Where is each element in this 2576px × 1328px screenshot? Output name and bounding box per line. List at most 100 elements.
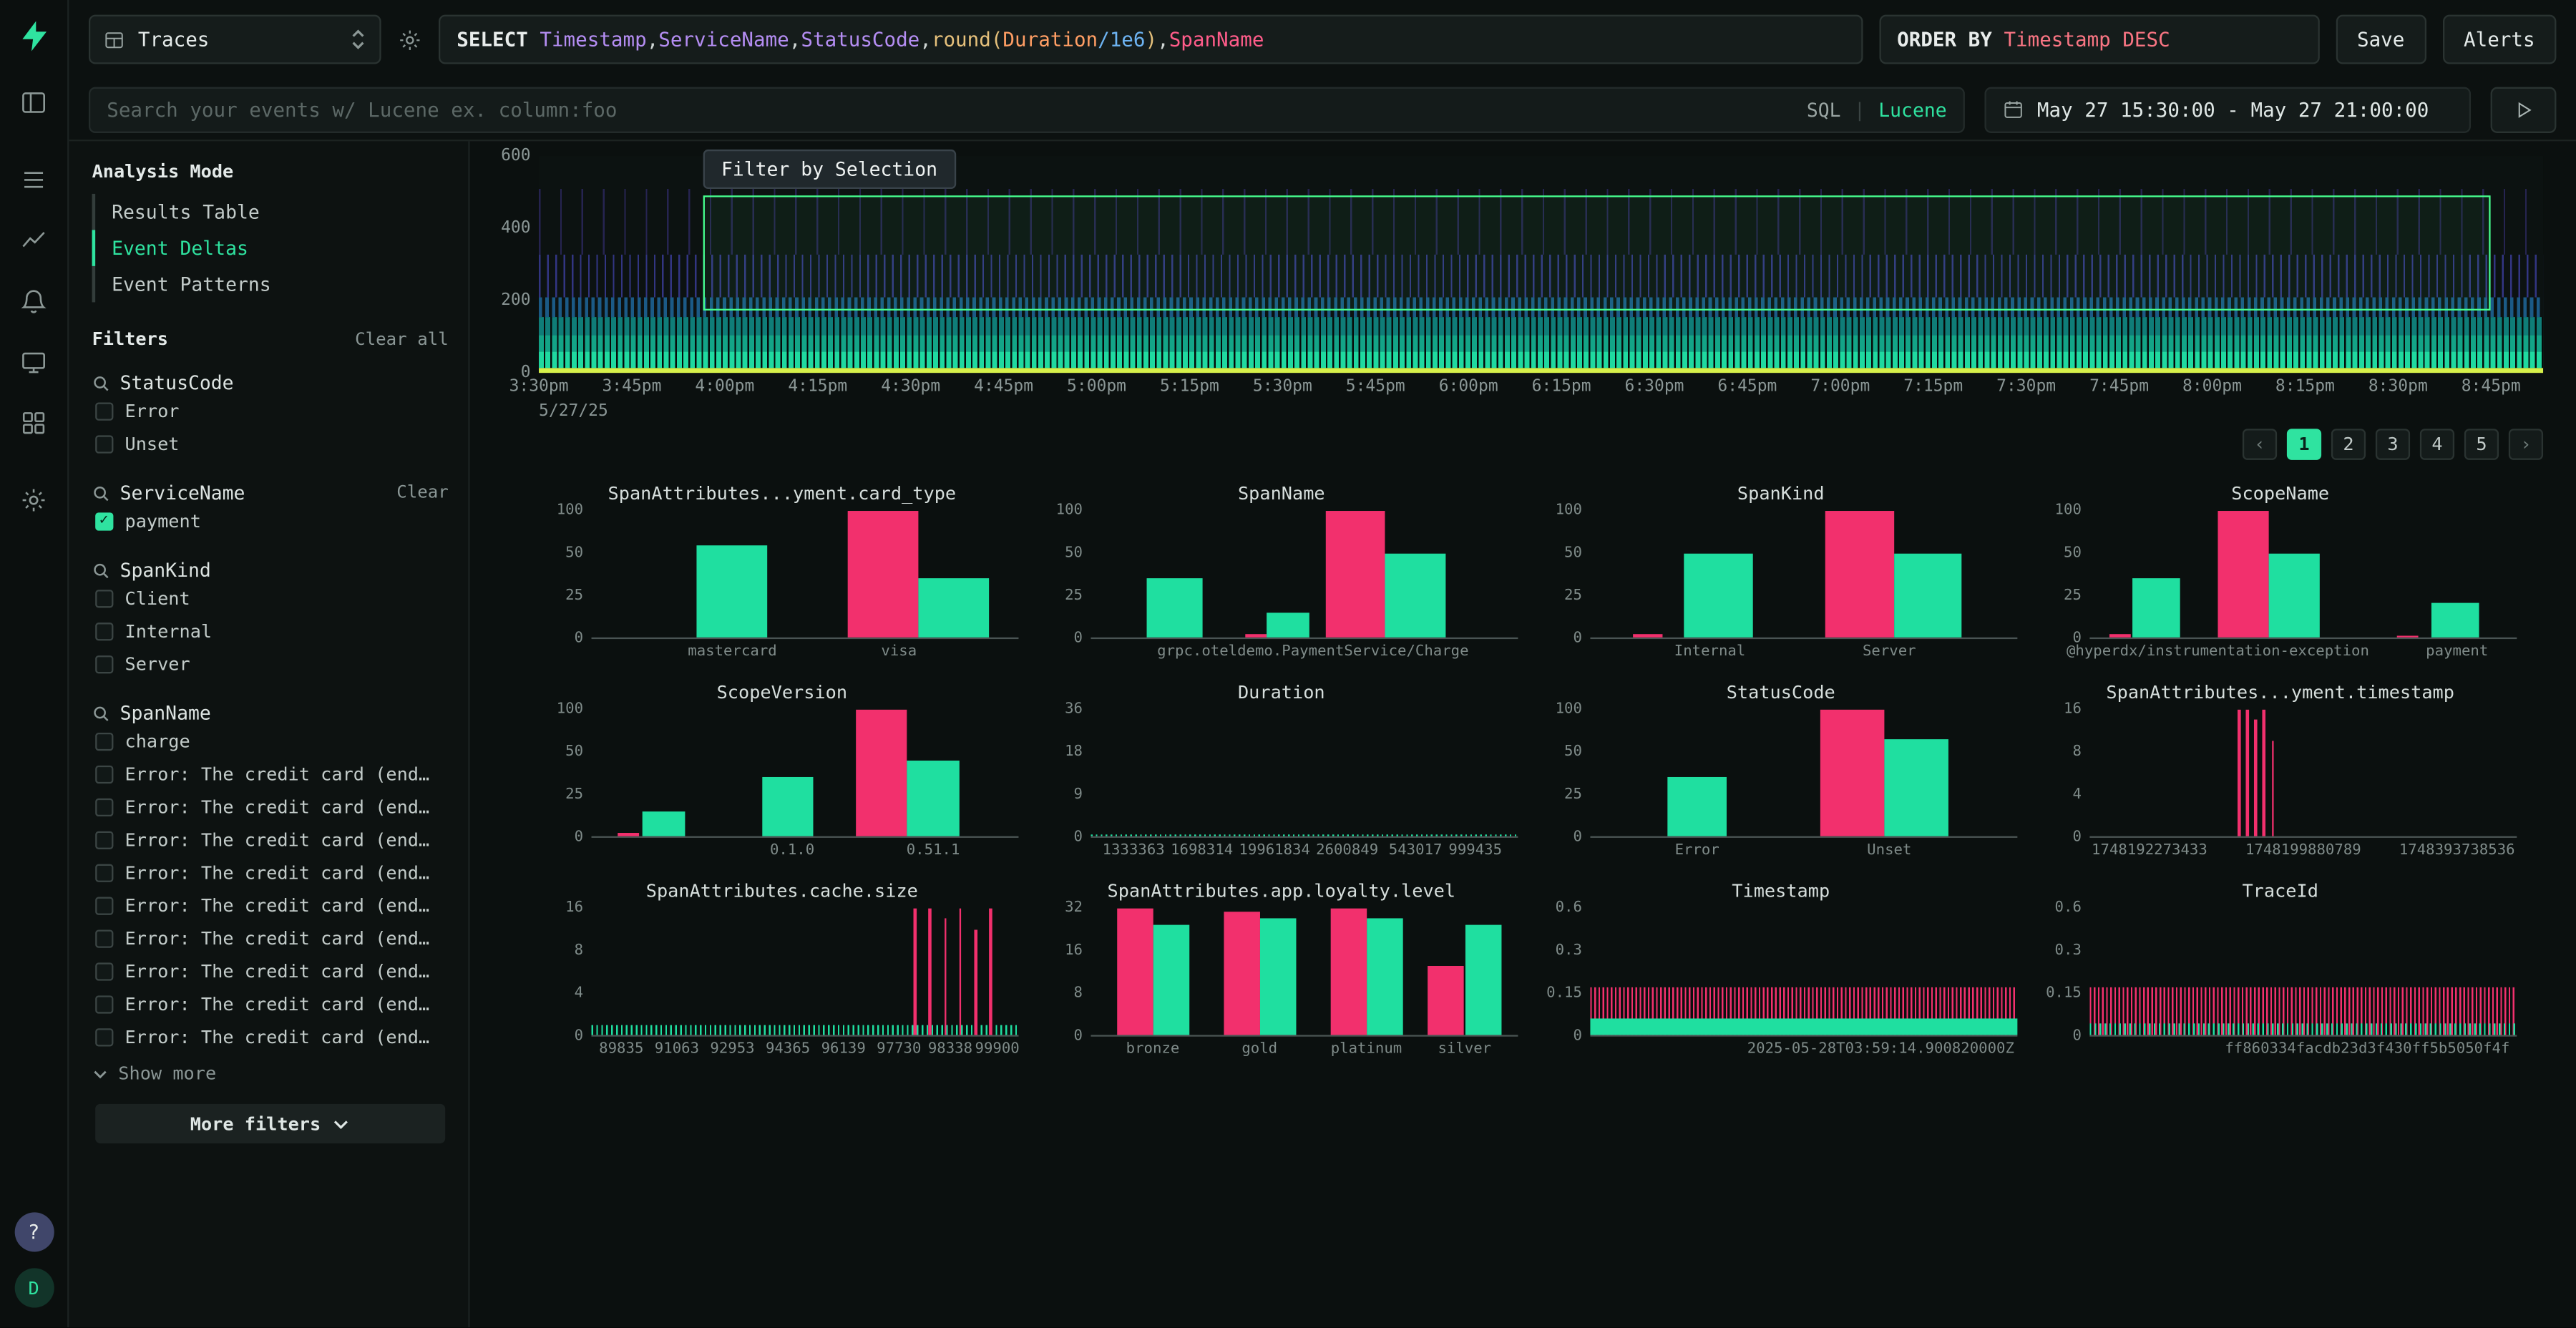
heatmap-plot[interactable]: Filter by Selection	[539, 156, 2543, 373]
filter-option-label: Error: The credit card (end…	[125, 927, 429, 949]
chart-plot[interactable]	[1590, 511, 2017, 639]
checkbox[interactable]	[95, 863, 113, 881]
checkbox[interactable]	[95, 512, 113, 529]
bar	[1116, 909, 1153, 1035]
page-button-4[interactable]: 4	[2420, 429, 2454, 460]
checkbox[interactable]	[95, 732, 113, 750]
checkbox[interactable]	[95, 1027, 113, 1045]
alerts-button[interactable]: Alerts	[2442, 15, 2556, 64]
chart-plot[interactable]	[1590, 710, 2017, 838]
chart-plot[interactable]	[2089, 511, 2517, 639]
clear-all-link[interactable]: Clear all	[355, 329, 449, 349]
page-button-3[interactable]: 3	[2376, 429, 2410, 460]
analysis-mode-results-table[interactable]: Results Table	[92, 194, 449, 230]
logs-icon[interactable]	[14, 160, 54, 199]
panels-icon[interactable]	[14, 82, 54, 122]
chart-x-axis: 174819227343317481998807891748393738536	[2089, 838, 2517, 859]
filter-option-client[interactable]: Client	[92, 582, 449, 615]
analysis-mode-event-patterns[interactable]: Event Patterns	[92, 266, 449, 303]
checkbox[interactable]	[95, 401, 113, 419]
filter-option-error-the-credit-card-end[interactable]: Error: The credit card (end…	[92, 856, 449, 889]
save-button[interactable]: Save	[2336, 15, 2426, 64]
chart-plot[interactable]	[1091, 909, 1518, 1037]
query-settings-gear-icon[interactable]	[398, 27, 422, 52]
checkbox[interactable]	[95, 798, 113, 816]
date-range-picker[interactable]: May 27 15:30:00 - May 27 21:00:00	[1984, 87, 2471, 132]
checkbox[interactable]	[95, 434, 113, 452]
filter-option-error-the-credit-card-end[interactable]: Error: The credit card (end…	[92, 757, 449, 790]
chart-title: SpanAttributes.app.loyalty.level	[1045, 881, 1518, 902]
selection-rectangle[interactable]	[703, 195, 2491, 311]
bar	[2245, 710, 2248, 836]
y-tick-label: 0	[1074, 829, 1083, 846]
checkbox[interactable]	[95, 896, 113, 914]
y-tick-label: 0	[575, 631, 583, 648]
avatar[interactable]: D	[14, 1268, 54, 1307]
page-button-5[interactable]: 5	[2464, 429, 2499, 460]
more-filters-button[interactable]: More filters	[95, 1104, 445, 1143]
filter-option-error-the-credit-card-end[interactable]: Error: The credit card (end…	[92, 823, 449, 856]
heatmap-x-tick-label: 6:00pm	[1439, 378, 1498, 396]
filter-option-error[interactable]: Error	[92, 394, 449, 427]
gear-icon[interactable]	[14, 479, 54, 519]
filter-by-selection-button[interactable]: Filter by Selection	[703, 150, 956, 189]
filter-group-clear-link[interactable]: Clear	[396, 483, 449, 503]
filter-option-server[interactable]: Server	[92, 648, 449, 680]
analysis-mode-event-deltas[interactable]: Event Deltas	[92, 230, 449, 266]
page-button-2[interactable]: 2	[2331, 429, 2366, 460]
chart-plot[interactable]	[2089, 710, 2517, 838]
checkbox[interactable]	[95, 995, 113, 1012]
prev-page-button[interactable]: ‹	[2243, 429, 2277, 460]
filter-option-error-the-credit-card-end[interactable]: Error: The credit card (end…	[92, 987, 449, 1020]
filter-option-error-the-credit-card-end[interactable]: Error: The credit card (end…	[92, 954, 449, 987]
lucene-mode-toggle[interactable]: Lucene	[1878, 98, 1946, 121]
filter-option-error-the-credit-card-end[interactable]: Error: The credit card (end…	[92, 1020, 449, 1053]
show-more[interactable]: Show more	[92, 1063, 449, 1084]
filter-option-error-the-credit-card-end[interactable]: Error: The credit card (end…	[92, 790, 449, 823]
filter-option-internal[interactable]: Internal	[92, 615, 449, 648]
filter-option-charge[interactable]: charge	[92, 724, 449, 757]
filter-option-error-the-credit-card-end[interactable]: Error: The credit card (end…	[92, 922, 449, 954]
monitor-icon[interactable]	[14, 342, 54, 381]
y-tick-label: 16	[1065, 943, 1083, 960]
chart-y-axis: 02550100	[545, 511, 591, 639]
checkbox[interactable]	[95, 589, 113, 607]
bar	[1885, 739, 1949, 836]
hyperdx-logo[interactable]	[14, 16, 54, 56]
chart-plot[interactable]	[1091, 511, 1518, 639]
sql-mode-toggle[interactable]: SQL	[1807, 98, 1841, 121]
filter-option-error-the-credit-card-end[interactable]: Error: The credit card (end…	[92, 889, 449, 922]
search-box[interactable]: SQL | Lucene	[89, 87, 1965, 132]
bar	[907, 761, 959, 836]
heatmap-x-tick-label: 8:30pm	[2368, 378, 2428, 396]
chart-plot[interactable]	[592, 710, 1019, 838]
filter-option-unset[interactable]: Unset	[92, 427, 449, 460]
checkbox[interactable]	[95, 929, 113, 947]
order-by-input[interactable]: ORDER BY Timestamp DESC	[1879, 15, 2319, 64]
bar	[848, 511, 918, 638]
checkbox[interactable]	[95, 622, 113, 640]
checkbox[interactable]	[95, 962, 113, 980]
bell-icon[interactable]	[14, 281, 54, 321]
y-tick-label: 4	[2072, 787, 2081, 804]
chart-plot[interactable]	[1091, 710, 1518, 838]
checkbox[interactable]	[95, 655, 113, 673]
chart-plot[interactable]	[592, 511, 1019, 639]
filter-option-payment[interactable]: payment	[92, 504, 449, 537]
sql-query-input[interactable]: SELECT Timestamp,ServiceName,StatusCode,…	[439, 15, 1863, 64]
chart-plot[interactable]	[1590, 909, 2017, 1037]
checkbox[interactable]	[95, 831, 113, 849]
source-select[interactable]: Traces	[89, 15, 381, 64]
bar	[2254, 721, 2257, 836]
checkbox[interactable]	[95, 765, 113, 783]
page-button-1[interactable]: 1	[2287, 429, 2321, 460]
filter-option-label: Error: The credit card (end…	[125, 861, 429, 883]
search-input[interactable]	[107, 98, 1807, 121]
chart-icon[interactable]	[14, 220, 54, 260]
help-button[interactable]: ?	[14, 1212, 54, 1251]
services-grid-icon[interactable]	[14, 402, 54, 441]
chart-plot[interactable]	[2089, 909, 2517, 1037]
chart-plot[interactable]	[592, 909, 1019, 1037]
next-page-button[interactable]: ›	[2509, 429, 2543, 460]
run-query-button[interactable]	[2491, 87, 2557, 132]
